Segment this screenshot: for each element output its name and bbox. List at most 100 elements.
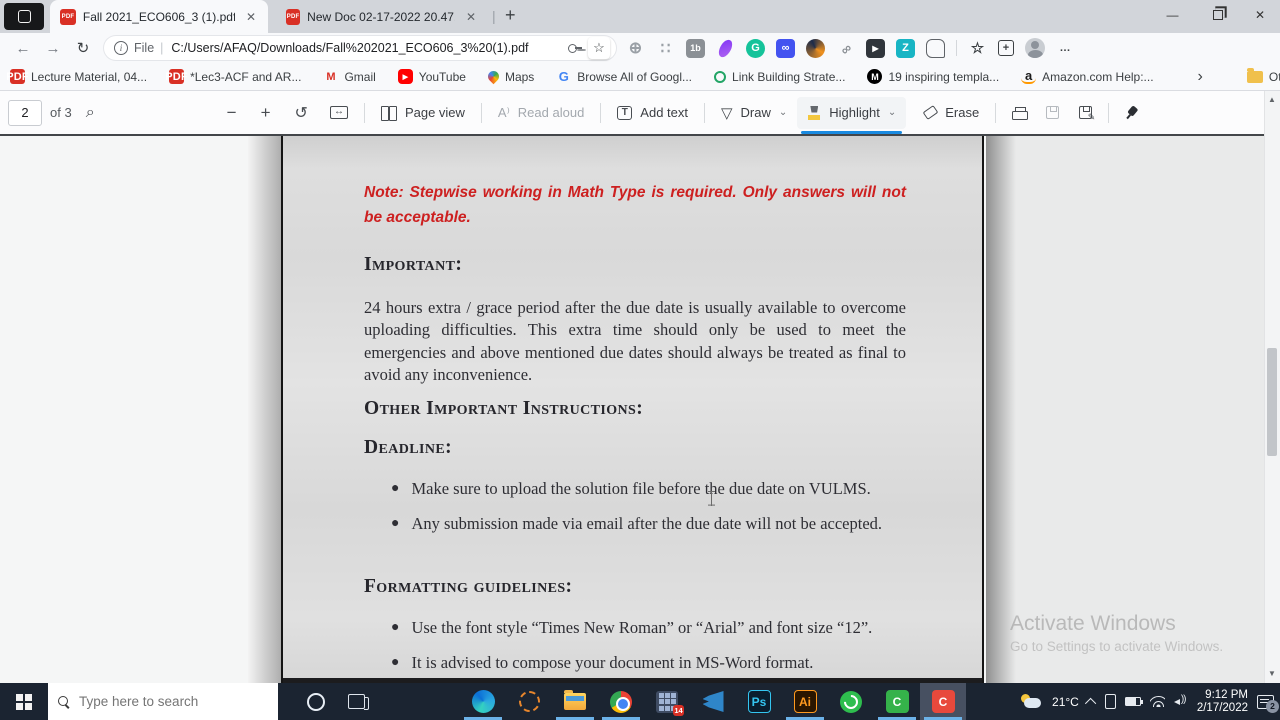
- doc-paragraph: 24 hours extra / grace period after the …: [364, 298, 906, 385]
- scroll-down-arrow[interactable]: ▼: [1264, 667, 1280, 681]
- bookmark-item[interactable]: M 19 inspiring templa...: [867, 69, 999, 84]
- dotted-diamond-extension-icon[interactable]: ∷: [656, 39, 675, 58]
- address-bar[interactable]: i File | C:/Users/AFAQ/Downloads/Fall%20…: [104, 36, 616, 60]
- bookmark-item[interactable]: Maps: [485, 68, 534, 85]
- taskbar-camtasia-recorder[interactable]: C: [920, 683, 966, 720]
- settings-dots-icon[interactable]: …: [1056, 39, 1075, 58]
- start-button[interactable]: [0, 683, 48, 720]
- draw-button[interactable]: ▽ Draw ⌄: [711, 97, 797, 129]
- refresh-icon[interactable]: ↻: [68, 39, 98, 57]
- chevron-down-icon[interactable]: ⌄: [779, 107, 787, 118]
- taskbar-whatsapp[interactable]: [828, 683, 874, 720]
- tab-close-icon[interactable]: ✕: [462, 9, 480, 25]
- save-button[interactable]: [1036, 97, 1069, 129]
- erase-button[interactable]: Erase: [914, 97, 989, 129]
- globe-extension-icon[interactable]: ⊕: [626, 39, 645, 58]
- whatsapp-icon: [840, 690, 862, 713]
- print-button[interactable]: [1002, 97, 1036, 129]
- temperature-label[interactable]: 21°C: [1052, 695, 1079, 709]
- tray-expand-chevron[interactable]: [1084, 697, 1097, 709]
- tab-active[interactable]: PDF Fall 2021_ECO606_3 (1).pdf ✕: [50, 0, 268, 33]
- highlight-button[interactable]: Highlight ⌄: [797, 96, 907, 134]
- key-icon[interactable]: [568, 44, 582, 53]
- fit-to-width-button[interactable]: ↔: [320, 97, 358, 129]
- infinity-extension-icon[interactable]: ∞: [776, 38, 795, 58]
- doc-heading-important: Important:: [364, 254, 463, 275]
- taskbar-illustrator[interactable]: Ai: [782, 683, 828, 720]
- restore-button[interactable]: [1195, 0, 1240, 30]
- bookmark-item[interactable]: M Gmail: [323, 69, 375, 84]
- bookmark-item[interactable]: a Amazon.com Help:...: [1021, 68, 1154, 84]
- collections-icon[interactable]: +: [998, 40, 1014, 56]
- address-url[interactable]: C:/Users/AFAQ/Downloads/Fall%202021_ECO6…: [171, 41, 568, 55]
- taskbar-chrome[interactable]: [598, 683, 644, 720]
- wifi-icon[interactable]: [1149, 696, 1165, 707]
- onebox-extension-icon[interactable]: 1b: [686, 38, 705, 58]
- grammarly-extension-icon[interactable]: G: [746, 38, 765, 58]
- taskbar-clock[interactable]: 9:12 PM 2/17/2022: [1197, 689, 1248, 715]
- link-extension-icon[interactable]: ∞: [832, 35, 859, 62]
- phone-link-icon[interactable]: [1104, 694, 1116, 709]
- taskbar-vscode[interactable]: [690, 683, 736, 720]
- scroll-up-arrow[interactable]: ▲: [1264, 93, 1280, 107]
- bookmark-item[interactable]: Link Building Strate...: [714, 70, 845, 84]
- task-view-button[interactable]: [336, 683, 376, 720]
- tab-inactive[interactable]: PDF New Doc 02-17-2022 20.47.pdf ✕: [276, 0, 488, 33]
- scrollbar-thumb[interactable]: [1267, 348, 1277, 456]
- page-view-button[interactable]: Page view: [371, 97, 475, 129]
- back-icon[interactable]: ←: [8, 40, 38, 57]
- page-number-input[interactable]: [8, 99, 42, 126]
- action-center-icon[interactable]: 2: [1257, 694, 1279, 713]
- bookmark-item[interactable]: ▶ YouTube: [397, 69, 466, 84]
- volume-icon[interactable]: [1173, 694, 1188, 708]
- rotate-icon[interactable]: ↺: [283, 103, 320, 123]
- close-button[interactable]: ✕: [1240, 0, 1280, 30]
- add-text-button[interactable]: T Add text: [607, 97, 698, 129]
- windows-logo-icon: [16, 693, 32, 710]
- viewer-background: [1016, 136, 1264, 685]
- bookmarks-overflow-chevron[interactable]: ›: [1198, 68, 1203, 86]
- puzzle-extension-icon[interactable]: [926, 38, 945, 58]
- swirl-extension-icon[interactable]: [806, 38, 825, 58]
- taskbar-search[interactable]: [48, 683, 278, 720]
- teal-extension-icon[interactable]: Z: [896, 38, 915, 58]
- battery-icon[interactable]: [1124, 697, 1144, 706]
- quill-extension-icon[interactable]: [713, 35, 739, 61]
- taskbar-photoshop[interactable]: Ps: [736, 683, 782, 720]
- pdf-page[interactable]: Note: Stepwise working in Math Type is r…: [281, 136, 984, 685]
- chevron-down-icon[interactable]: ⌄: [888, 107, 896, 118]
- taskbar-file-explorer[interactable]: [552, 683, 598, 720]
- task-view-icon: [347, 694, 369, 710]
- taskbar-search-input[interactable]: [79, 694, 249, 709]
- bookmark-item[interactable]: PDF Lecture Material, 04...: [6, 69, 147, 84]
- zoom-out-icon[interactable]: −: [215, 103, 249, 123]
- tab-close-icon[interactable]: ✕: [242, 9, 260, 25]
- taskbar-camtasia[interactable]: C: [874, 683, 920, 720]
- tab-strip: PDF Fall 2021_ECO606_3 (1).pdf ✕ PDF New…: [0, 0, 1280, 33]
- search-icon[interactable]: ⌕: [86, 104, 95, 122]
- minimize-button[interactable]: —: [1150, 0, 1195, 30]
- profile-avatar[interactable]: [1025, 38, 1045, 58]
- add-favorite-icon[interactable]: ☆: [588, 37, 610, 59]
- bookmark-item[interactable]: PDF *Lec3-ACF and AR...: [165, 69, 301, 84]
- favorites-list-icon[interactable]: ☆: [968, 39, 987, 58]
- tab-actions-button[interactable]: [4, 3, 44, 30]
- taskbar-calendar-app[interactable]: 14: [644, 683, 690, 720]
- page-info-icon[interactable]: i: [114, 41, 128, 55]
- weather-icon[interactable]: [1021, 693, 1043, 710]
- page-edge-shadow: [986, 136, 1016, 685]
- pin-toolbar-button[interactable]: [1115, 97, 1148, 129]
- bookmark-item[interactable]: G Browse All of Googl...: [556, 69, 692, 84]
- doc-bullet: ● Use the font style “Times New Roman” or…: [391, 618, 873, 637]
- video-popup-extension-icon[interactable]: ▶: [866, 38, 885, 58]
- forward-icon[interactable]: →: [38, 40, 68, 57]
- new-tab-button[interactable]: +: [505, 5, 516, 26]
- save-as-button[interactable]: [1069, 97, 1102, 129]
- read-aloud-button[interactable]: A⁾ Read aloud: [488, 97, 594, 129]
- taskbar-edge[interactable]: [460, 683, 506, 720]
- zoom-in-icon[interactable]: +: [249, 103, 283, 123]
- other-favorites-button[interactable]: Other favorites: [1246, 67, 1280, 84]
- pdf-viewport: Note: Stepwise working in Math Type is r…: [0, 134, 1264, 685]
- taskbar-recorder[interactable]: [506, 683, 552, 720]
- cortana-button[interactable]: [296, 683, 336, 720]
